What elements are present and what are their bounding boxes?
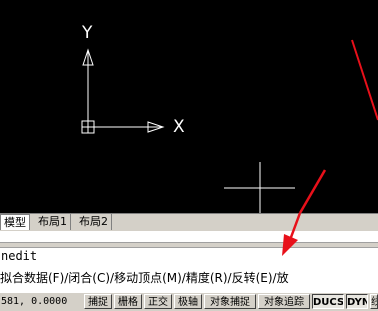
drawing-canvas[interactable]: Y X: [0, 0, 378, 213]
command-separator: [0, 242, 378, 248]
command-prompt: 拟合数据(F)/闭合(C)/移动顶点(M)/精度(R)/反转(E)/放: [0, 271, 289, 285]
red-arrow-shaft: [298, 169, 327, 213]
ducs-button[interactable]: DUCS: [312, 294, 344, 309]
ucs-x-label: X: [173, 117, 185, 137]
dyn-button[interactable]: DYN: [346, 294, 368, 309]
ucs-y-label: Y: [82, 23, 93, 43]
ucs-icon: [81, 48, 165, 134]
ortho-button[interactable]: 正交: [144, 294, 172, 309]
crosshair-cursor: [224, 162, 295, 213]
tab-layout1[interactable]: 布局1: [35, 214, 71, 230]
layout-tabs: 模型 布局1 布局2: [0, 213, 378, 231]
snap-button[interactable]: 捕捉: [84, 294, 112, 309]
otrack-button[interactable]: 对象追踪: [258, 294, 310, 309]
tab-layout2[interactable]: 布局2: [76, 214, 112, 230]
coordinate-readout: 581, 0.0000: [1, 296, 68, 307]
grid-button[interactable]: 栅格: [114, 294, 142, 309]
command-input[interactable]: nedit: [1, 249, 37, 263]
polar-button[interactable]: 极轴: [174, 294, 202, 309]
canvas-graphics: [81, 39, 378, 213]
lineweight-button[interactable]: 线: [370, 294, 378, 309]
tab-model[interactable]: 模型: [0, 214, 30, 230]
osnap-button[interactable]: 对象捕捉: [204, 294, 256, 309]
status-bar: 581, 0.0000 捕捉 栅格 正交 极轴 对象捕捉 对象追踪 DUCS D…: [0, 292, 378, 311]
red-annotation-line: [351, 39, 378, 121]
